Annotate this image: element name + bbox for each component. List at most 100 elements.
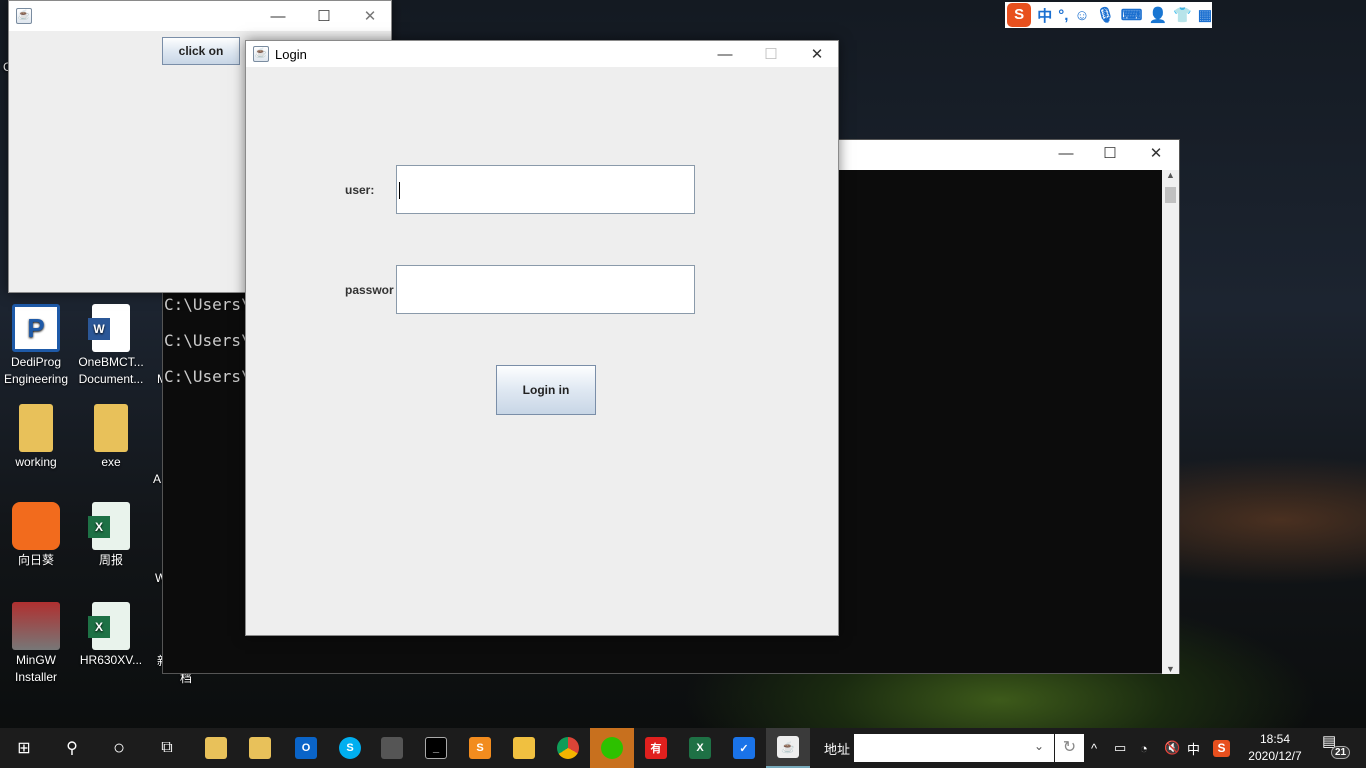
- sublime-icon: S: [469, 737, 491, 759]
- icon-label: MinGW: [16, 653, 56, 667]
- java-icon: ☕: [777, 736, 799, 758]
- refresh-button[interactable]: ↻: [1055, 734, 1084, 762]
- ime-indicator[interactable]: 中: [1187, 728, 1200, 768]
- start-button[interactable]: ⊞: [2, 728, 46, 768]
- user-input[interactable]: [396, 165, 695, 214]
- maximize-button[interactable]: ☐: [301, 3, 347, 29]
- skype-icon: S: [339, 737, 361, 759]
- login-titlebar[interactable]: ☕ Login — ☐ ✕: [246, 41, 838, 67]
- taskbar: ⊞ ⚲ ○ ⧉ O S _ S 有 X ✓ ☕ 地址 ⌄ ↻ ^ ▭ ◔ 🔇 中…: [0, 728, 1366, 768]
- login-button[interactable]: Login in: [496, 365, 596, 415]
- battery-icon[interactable]: ▭: [1114, 728, 1126, 768]
- taskbar-app-security[interactable]: ✓: [722, 728, 766, 768]
- file-manager-icon: [205, 737, 227, 759]
- taskbar-app-java[interactable]: ☕: [766, 728, 810, 768]
- smile-icon[interactable]: ☺: [1074, 7, 1089, 24]
- scroll-down-arrow[interactable]: ▼: [1162, 664, 1179, 674]
- login-window[interactable]: ☕ Login — ☐ ✕ user: passwor Login in: [245, 40, 839, 636]
- taskbar-app-youdao[interactable]: 有: [634, 728, 678, 768]
- password-input[interactable]: [396, 265, 695, 314]
- console-line: C:\Users\: [164, 367, 251, 386]
- desktop-icon-sunlogin[interactable]: 向日葵: [0, 502, 72, 569]
- excel-icon: X: [88, 602, 130, 650]
- shirt-icon[interactable]: 👕: [1173, 6, 1192, 24]
- icon-label: 向日葵: [17, 553, 54, 567]
- desktop-icon-hr630xv[interactable]: X HR630XV...: [75, 602, 147, 669]
- wifi-icon[interactable]: ◔: [1140, 728, 1148, 768]
- taskbar-app-sublime[interactable]: S: [458, 728, 502, 768]
- desktop-icon-mingw[interactable]: MinGW Installer: [0, 602, 72, 686]
- sogou-logo-icon[interactable]: S: [1007, 3, 1032, 27]
- minimize-button[interactable]: —: [1043, 140, 1089, 166]
- keyboard-icon[interactable]: ⌨: [1121, 6, 1143, 24]
- icon-label: DediProg: [10, 355, 62, 369]
- user-icon[interactable]: 👤: [1148, 6, 1167, 24]
- window-titlebar[interactable]: ☕ — ☐ ✕: [9, 1, 391, 31]
- volume-muted-icon[interactable]: 🔇: [1164, 728, 1180, 768]
- terminal-tool-icon: [381, 737, 403, 759]
- excel-icon: X: [689, 737, 711, 759]
- click-on-button[interactable]: click on: [162, 37, 240, 65]
- taskbar-app-cmd[interactable]: _: [414, 728, 458, 768]
- taskbar-app-file-manager[interactable]: [194, 728, 238, 768]
- scroll-up-arrow[interactable]: ▲: [1162, 170, 1179, 187]
- taskbar-app-outlook[interactable]: O: [284, 728, 328, 768]
- scroll-thumb[interactable]: [1165, 187, 1176, 203]
- clock[interactable]: 18:54 2020/12/7: [1240, 731, 1310, 765]
- task-view-button[interactable]: ⧉: [145, 728, 189, 768]
- folder-icon: [19, 404, 53, 452]
- maximize-button[interactable]: ☐: [1087, 140, 1133, 166]
- wechat-icon: [601, 737, 623, 759]
- icon-label: HR630XV...: [79, 653, 143, 667]
- mingw-installer-icon: [12, 602, 60, 650]
- minimize-button[interactable]: —: [255, 3, 301, 29]
- taskbar-app-wechat[interactable]: [590, 728, 634, 768]
- java-icon: ☕: [16, 8, 32, 24]
- taskbar-app-excel[interactable]: X: [678, 728, 722, 768]
- desktop-icon-working[interactable]: working: [0, 404, 72, 471]
- taskbar-app-chrome[interactable]: [546, 728, 590, 768]
- shield-icon: ✓: [733, 737, 755, 759]
- chinese-mode-toggle[interactable]: 中: [1037, 5, 1052, 26]
- icon-label: OneBMCT...: [78, 355, 144, 369]
- address-label: 地址: [824, 741, 851, 757]
- close-button[interactable]: ✕: [794, 41, 840, 67]
- search-button[interactable]: ⚲: [50, 728, 94, 768]
- console-line: C:\Users\: [164, 331, 251, 350]
- chevron-down-icon[interactable]: ⌄: [1034, 739, 1044, 753]
- notification-center-button[interactable]: ▤ 21: [1322, 732, 1352, 764]
- user-label: user:: [345, 183, 375, 197]
- taskbar-app-file-manager-2[interactable]: [238, 728, 282, 768]
- folder-icon: [94, 404, 128, 452]
- icon-label: 周报: [98, 553, 123, 567]
- grid-icon[interactable]: ▦: [1198, 6, 1212, 24]
- desktop-icon-weekly-report[interactable]: X 周报: [75, 502, 147, 569]
- sogou-icon[interactable]: S: [1213, 739, 1230, 757]
- text-cursor: [399, 182, 400, 199]
- icon-label: Document...: [78, 372, 144, 386]
- show-hidden-icons[interactable]: ^: [1091, 728, 1097, 768]
- address-input[interactable]: ⌄: [854, 734, 1054, 762]
- taskbar-app-skype[interactable]: S: [328, 728, 372, 768]
- taskbar-app-terminal-tool[interactable]: [370, 728, 414, 768]
- maximize-button[interactable]: ☐: [748, 41, 794, 67]
- notification-count: 21: [1331, 746, 1351, 759]
- cortana-button[interactable]: ○: [97, 728, 141, 768]
- punctuation-toggle[interactable]: °,: [1058, 7, 1068, 24]
- password-label: passwor: [345, 283, 394, 297]
- cmd-icon: _: [425, 737, 447, 759]
- taskbar-app-explorer[interactable]: [502, 728, 546, 768]
- desktop-icon-onebmct[interactable]: W OneBMCT... Document...: [75, 304, 147, 388]
- icon-label: Engineering: [3, 372, 69, 386]
- ime-toolbar[interactable]: S 中 °, ☺ 🎙 ⌨ 👤 👕 ▦: [1005, 2, 1212, 28]
- desktop-icon-dediprog[interactable]: P DediProg Engineering: [0, 304, 72, 388]
- console-scrollbar[interactable]: ▲ ▼: [1162, 170, 1179, 674]
- close-button[interactable]: ✕: [1133, 140, 1179, 166]
- mic-icon[interactable]: 🎙: [1096, 6, 1115, 24]
- clock-date: 2020/12/7: [1248, 749, 1302, 763]
- desktop-icon-exe[interactable]: exe: [75, 404, 147, 471]
- minimize-button[interactable]: —: [702, 41, 748, 67]
- close-button[interactable]: ✕: [347, 3, 393, 29]
- folder-icon: [513, 737, 535, 759]
- excel-icon: X: [88, 502, 130, 550]
